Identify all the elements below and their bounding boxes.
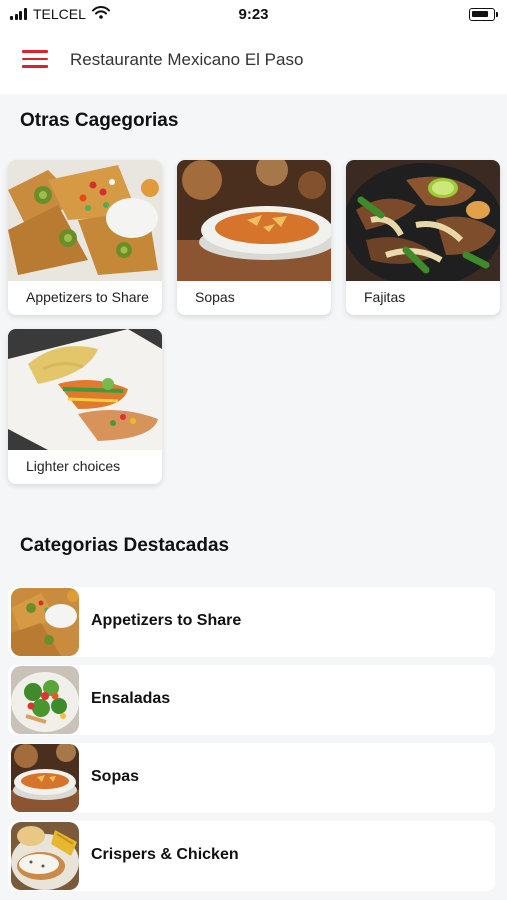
lighter-plate-photo [8,329,162,450]
category-card-label: Lighter choices [26,458,121,474]
status-time: 9:23 [238,6,269,23]
category-card-appetizers[interactable]: Appetizers to Share [8,160,162,315]
otras-categorias-title: Otras Cagegorias [20,110,179,131]
featured-item-label: Sopas [91,768,140,785]
category-card-label: Appetizers to Share [26,289,149,305]
app-header: Restaurante Mexicano El Paso [0,30,507,94]
featured-item-label: Appetizers to Share [91,612,242,629]
fajitas-photo [346,160,500,281]
category-card-fajitas[interactable]: Fajitas [346,160,500,315]
featured-item-crispers-chicken[interactable]: Crispers & Chicken [8,821,495,891]
categorias-destacadas-title: Categorias Destacadas [20,535,230,556]
featured-item-ensaladas[interactable]: Ensaladas [8,665,495,735]
salad-photo [11,666,79,734]
hamburger-menu-icon[interactable] [22,50,48,72]
app-title: Restaurante Mexicano El Paso [70,50,304,69]
soup-photo [177,160,331,281]
nachos-photo [11,588,79,656]
category-card-label: Fajitas [364,289,406,305]
category-card-sopas[interactable]: Sopas [177,160,331,315]
featured-item-label: Crispers & Chicken [91,846,239,863]
category-card-lighter-choices[interactable]: Lighter choices [8,329,162,484]
featured-item-appetizers[interactable]: Appetizers to Share [8,587,495,657]
category-card-label: Sopas [195,289,235,305]
chicken-photo [11,822,79,890]
status-bar: TELCEL 9:23 [0,0,507,30]
featured-item-sopas[interactable]: Sopas [8,743,495,813]
nachos-photo [8,160,162,281]
soup-photo [11,744,79,812]
battery-icon [469,8,498,21]
featured-item-label: Ensaladas [91,690,171,707]
